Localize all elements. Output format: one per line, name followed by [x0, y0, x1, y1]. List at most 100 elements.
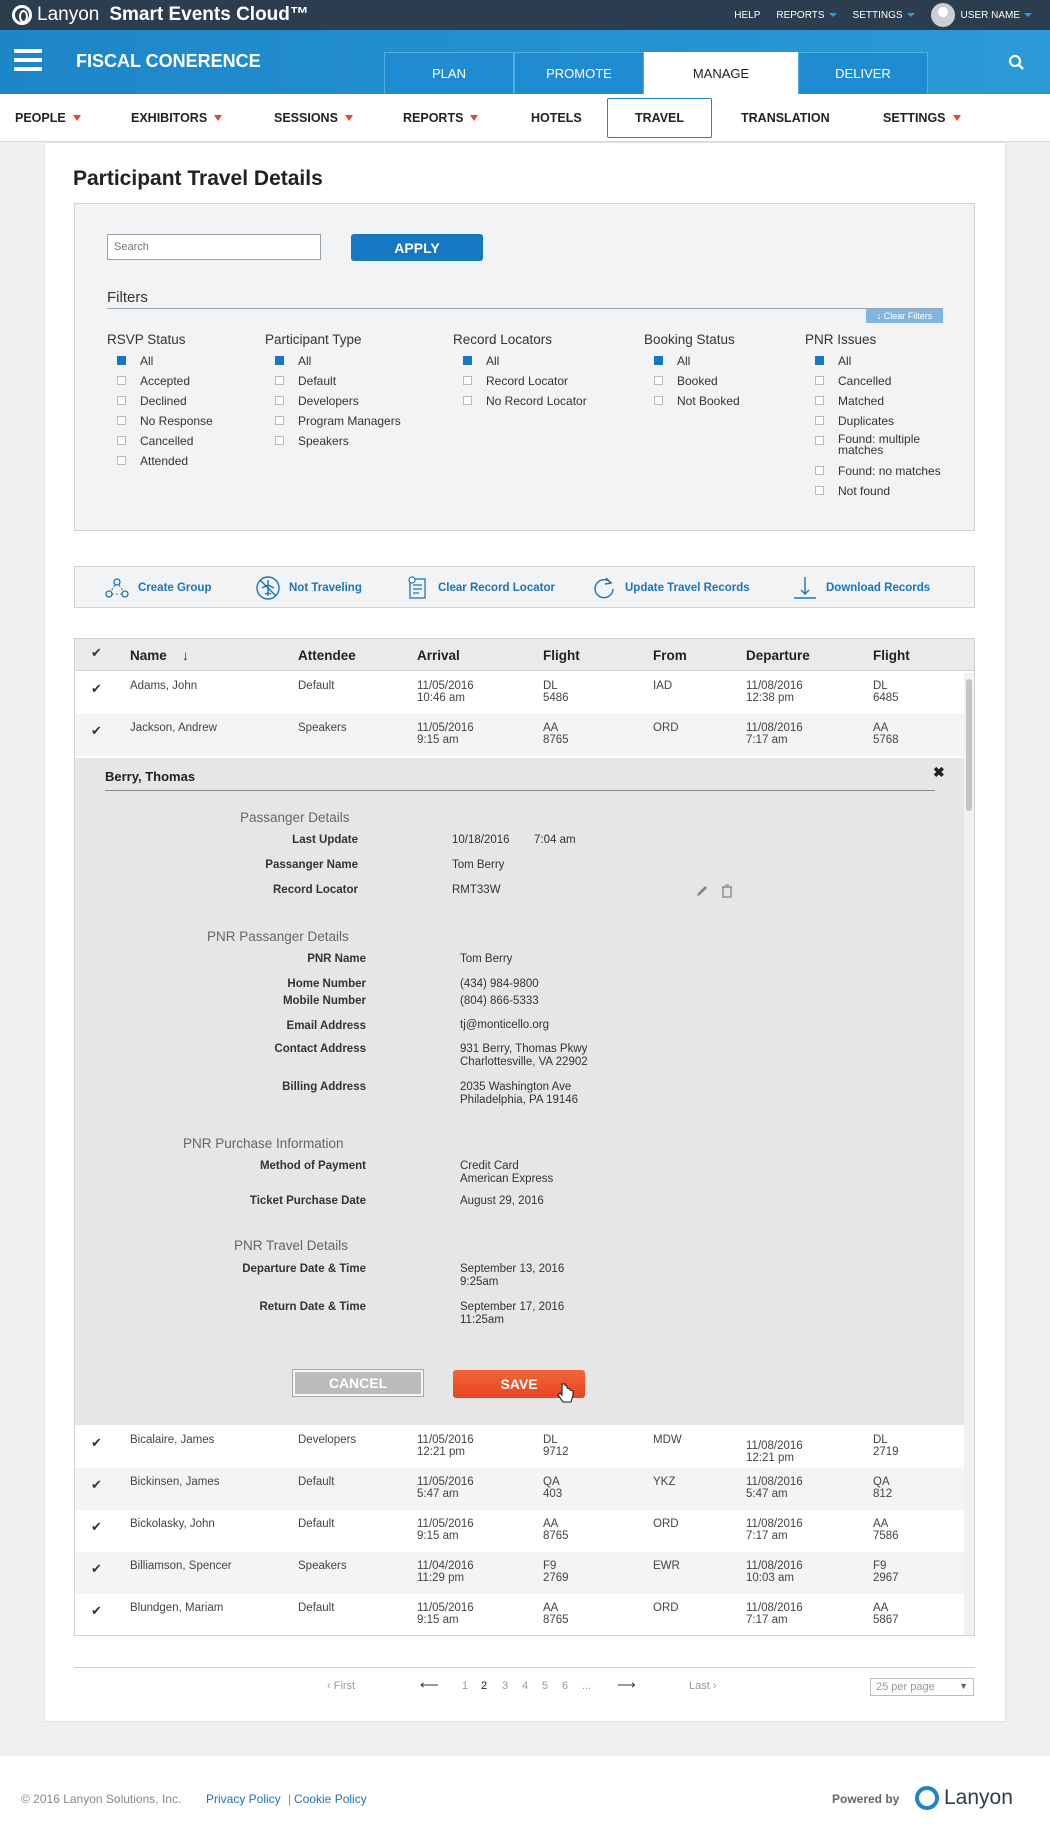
checkbox[interactable] [463, 396, 472, 405]
filter-option[interactable]: Booked [644, 374, 740, 394]
filter-option[interactable]: All [805, 354, 941, 374]
column-header-flight-return[interactable]: Flight [873, 648, 910, 663]
subnav-exhibitors[interactable]: EXHIBITORS [131, 94, 223, 142]
table-row[interactable]: ✔ Bickinsen, James Default 11/05/2016 5:4… [75, 1468, 965, 1510]
page-link-2[interactable]: 2 [481, 1680, 487, 1692]
close-icon[interactable]: ✖ [933, 764, 945, 781]
table-row[interactable]: ✔ Billiamson, Spencer Speakers 11/04/201… [75, 1552, 965, 1594]
checkbox[interactable] [275, 376, 284, 385]
cancel-button[interactable]: CANCEL [292, 1369, 424, 1397]
trash-icon[interactable] [721, 884, 733, 898]
download-records-button[interactable]: Download Records [792, 567, 930, 609]
checkbox[interactable] [117, 416, 126, 425]
row-checkbox[interactable]: ✔ [91, 1561, 102, 1577]
filter-option[interactable]: Record Locator [453, 374, 587, 394]
filter-option[interactable]: Accepted [107, 374, 213, 394]
checkbox[interactable] [275, 396, 284, 405]
filter-option[interactable]: All [644, 354, 740, 374]
reports-menu[interactable]: REPORTS [776, 10, 837, 21]
subnav-travel[interactable]: TRAVEL [607, 98, 712, 138]
column-header-arrival[interactable]: Arrival [417, 648, 460, 663]
checkbox[interactable] [275, 416, 284, 425]
checkbox[interactable] [463, 356, 472, 365]
last-page-link[interactable]: Last › [689, 1680, 717, 1692]
checkbox[interactable] [275, 436, 284, 445]
checkbox[interactable] [815, 396, 824, 405]
prev-page-arrow-icon[interactable]: ⟵ [420, 1677, 439, 1693]
tab-manage[interactable]: MANAGE [644, 52, 798, 94]
clear-filters-button[interactable]: ↓ Clear Filters [866, 309, 943, 323]
checkbox[interactable] [275, 356, 284, 365]
checkbox[interactable] [654, 356, 663, 365]
cookie-policy-link[interactable]: Cookie Policy [294, 1792, 367, 1806]
checkbox[interactable] [117, 376, 126, 385]
checkbox[interactable] [815, 486, 824, 495]
filter-option[interactable]: Not found [805, 484, 941, 504]
filter-option[interactable]: Developers [265, 394, 401, 414]
row-checkbox[interactable]: ✔ [91, 681, 102, 697]
next-page-arrow-icon[interactable]: ⟶ [617, 1677, 636, 1693]
filter-option[interactable]: Cancelled [107, 434, 213, 454]
checkbox[interactable] [815, 436, 824, 445]
select-all-checkbox[interactable]: ✔ [91, 645, 102, 661]
filter-option[interactable]: Attended [107, 454, 213, 474]
row-checkbox[interactable]: ✔ [91, 1435, 102, 1451]
filter-option[interactable]: No Response [107, 414, 213, 434]
first-page-link[interactable]: ‹ First [327, 1680, 355, 1692]
page-link-3[interactable]: 3 [502, 1680, 508, 1692]
row-checkbox[interactable]: ✔ [91, 1477, 102, 1493]
filter-option[interactable]: Duplicates [805, 414, 941, 434]
checkbox[interactable] [117, 456, 126, 465]
help-link[interactable]: HELP [734, 10, 760, 21]
row-checkbox[interactable]: ✔ [91, 723, 102, 739]
checkbox[interactable] [815, 466, 824, 475]
table-row[interactable]: ✔ Jackson, Andrew Speakers 11/05/2016 9:1… [75, 714, 965, 756]
checkbox[interactable] [654, 396, 663, 405]
column-header-from[interactable]: From [653, 648, 687, 663]
subnav-hotels[interactable]: HOTELS [531, 94, 582, 142]
page-link-1[interactable]: 1 [462, 1680, 468, 1692]
column-header-name[interactable]: Name [130, 648, 167, 663]
search-icon[interactable] [1006, 52, 1028, 74]
filter-option[interactable]: Not Booked [644, 394, 740, 414]
filter-option[interactable]: All [107, 354, 213, 374]
clear-record-locator-button[interactable]: Clear Record Locator [406, 567, 555, 609]
table-row[interactable]: ✔ Blundgen, Mariam Default 11/05/2016 9:1… [75, 1594, 965, 1635]
per-page-select[interactable]: 25 per page [870, 1678, 974, 1696]
checkbox[interactable] [654, 376, 663, 385]
tab-promote[interactable]: PROMOTE [514, 52, 644, 94]
checkbox[interactable] [117, 356, 126, 365]
filter-option[interactable]: Found: no matches [805, 464, 941, 484]
user-menu[interactable]: USER NAME [930, 3, 1032, 27]
page-link-4[interactable]: 4 [522, 1680, 528, 1692]
filter-option[interactable]: Declined [107, 394, 213, 414]
scrollbar-thumb[interactable] [966, 679, 972, 811]
search-input[interactable] [107, 234, 321, 260]
filter-option[interactable]: Matched [805, 394, 941, 414]
subnav-translation[interactable]: TRANSLATION [741, 94, 830, 142]
column-header-attendee[interactable]: Attendee [298, 648, 356, 663]
filter-option[interactable]: Speakers [265, 434, 401, 454]
filter-option[interactable]: Found: multiple matches [805, 433, 941, 464]
update-travel-records-button[interactable]: Update Travel Records [591, 567, 750, 609]
filter-option[interactable]: All [265, 354, 401, 374]
tab-deliver[interactable]: DELIVER [798, 52, 928, 94]
subnav-people[interactable]: PEOPLE [15, 94, 81, 142]
settings-menu[interactable]: SETTINGS [853, 10, 915, 21]
checkbox[interactable] [815, 356, 824, 365]
tab-plan[interactable]: PLAN [384, 52, 514, 94]
privacy-policy-link[interactable]: Privacy Policy [206, 1792, 281, 1806]
page-link-6[interactable]: 6 [562, 1680, 568, 1692]
hamburger-menu-icon[interactable] [14, 49, 42, 71]
table-row[interactable]: ✔ Bicalaire, James Developers 11/05/2016… [75, 1426, 965, 1468]
filter-option[interactable]: Default [265, 374, 401, 394]
filter-option[interactable]: All [453, 354, 587, 374]
page-link-5[interactable]: 5 [542, 1680, 548, 1692]
subnav-settings[interactable]: SETTINGS [883, 94, 961, 142]
subnav-sessions[interactable]: SESSIONS [274, 94, 353, 142]
brand-logo[interactable]: Lanyon Smart Events Cloud™ [12, 4, 309, 26]
checkbox[interactable] [117, 436, 126, 445]
subnav-reports[interactable]: REPORTS [403, 94, 479, 142]
filter-option[interactable]: Program Managers [265, 414, 401, 434]
apply-button[interactable]: APPLY [351, 234, 483, 261]
